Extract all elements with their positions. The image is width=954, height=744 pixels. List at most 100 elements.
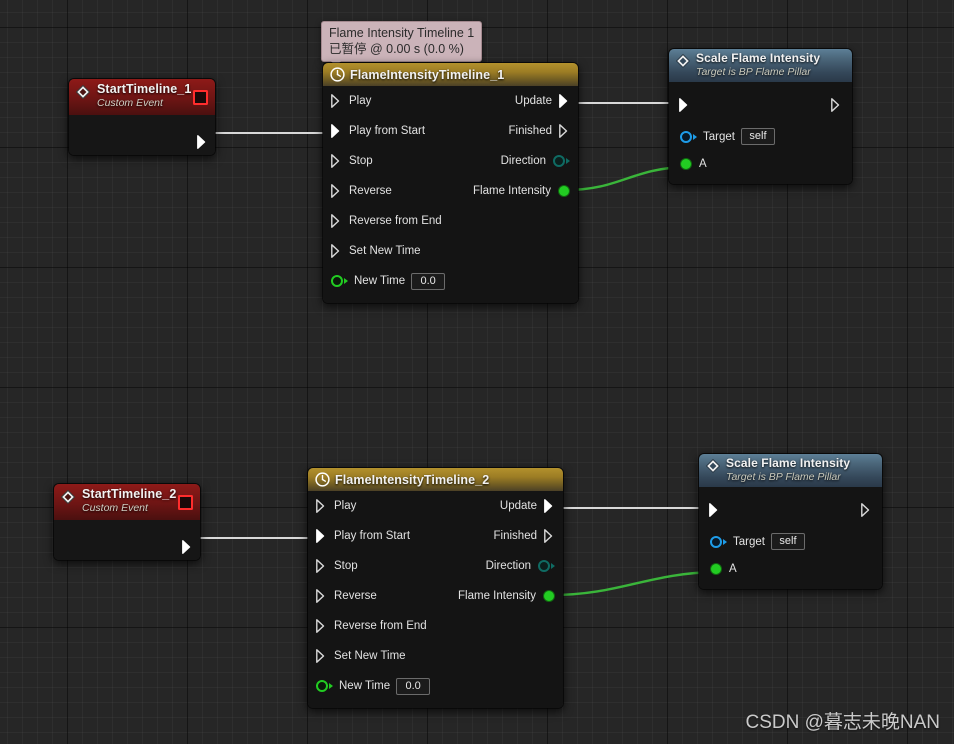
blueprint-graph-canvas[interactable]: Flame Intensity Timeline 1 已暂停 @ 0.00 s …: [0, 0, 954, 744]
exec-output-pin[interactable]: [182, 540, 193, 554]
node-body: Play Update Play from Start Finished Sto…: [308, 491, 563, 708]
pin-row: Reverse from End: [323, 206, 578, 236]
pin-input-stop[interactable]: Stop: [323, 146, 373, 176]
pin-row: Reverse Flame Intensity: [308, 581, 563, 611]
delegate-output-pin[interactable]: [178, 495, 193, 510]
event-diamond-icon: [60, 489, 76, 505]
float-input-pin[interactable]: [331, 275, 343, 287]
exec-input-pin[interactable]: [316, 499, 327, 513]
pin-output-finished[interactable]: Finished: [509, 116, 578, 146]
exec-input-pin[interactable]: [331, 94, 342, 108]
exec-input-pin[interactable]: [316, 619, 327, 633]
exec-output-pin[interactable]: [544, 499, 555, 513]
target-value-field[interactable]: self: [770, 533, 805, 550]
byte-output-pin[interactable]: [538, 560, 550, 572]
node-timeline-1[interactable]: FlameIntensityTimeline_1 Play Update Pla…: [322, 62, 579, 304]
pin-label: New Time: [339, 680, 391, 692]
pin-label: A: [699, 158, 707, 170]
pin-arrow-icon: [566, 158, 570, 164]
node-header[interactable]: FlameIntensityTimeline_2: [308, 468, 563, 491]
delegate-output-pin[interactable]: [193, 90, 208, 105]
pin-row: Target self: [669, 124, 852, 154]
exec-input-pin[interactable]: [316, 559, 327, 573]
pin-label: New Time: [354, 275, 406, 287]
byte-output-pin[interactable]: [553, 155, 565, 167]
pin-label: Reverse from End: [334, 620, 427, 632]
object-input-pin[interactable]: [710, 535, 722, 548]
exec-output-pin[interactable]: [197, 135, 208, 149]
float-input-pin[interactable]: [316, 680, 328, 692]
exec-input-pin[interactable]: [709, 503, 720, 517]
exec-output-pin[interactable]: [861, 503, 872, 517]
pin-output-flame-intensity[interactable]: Flame Intensity: [458, 581, 563, 611]
node-start-timeline-2[interactable]: StartTimeline_2 Custom Event: [53, 483, 201, 561]
pin-label: Stop: [334, 560, 358, 572]
exec-input-pin[interactable]: [331, 244, 342, 258]
pin-output-update[interactable]: Update: [500, 491, 563, 521]
pin-label: Finished: [493, 530, 537, 542]
pin-input-target[interactable]: Target self: [680, 128, 775, 145]
pin-input-target[interactable]: Target self: [710, 533, 805, 550]
pin-input-new-time[interactable]: New Time 0.0: [308, 671, 431, 701]
pin-input-play[interactable]: Play: [323, 86, 371, 116]
node-scale-flame-intensity-2[interactable]: Scale Flame Intensity Target is BP Flame…: [698, 453, 883, 590]
float-input-pin[interactable]: [710, 563, 722, 575]
pin-input-reverse-from-end[interactable]: Reverse from End: [323, 206, 442, 236]
node-timeline-2[interactable]: FlameIntensityTimeline_2 Play Update Pla…: [307, 467, 564, 709]
pin-output-direction[interactable]: Direction: [486, 551, 563, 581]
new-time-value-field[interactable]: 0.0: [411, 272, 446, 290]
pin-input-a[interactable]: A: [680, 158, 707, 170]
node-header[interactable]: Scale Flame Intensity Target is BP Flame…: [699, 454, 882, 487]
pin-input-new-time[interactable]: New Time 0.0: [323, 266, 446, 296]
exec-output-pin[interactable]: [559, 94, 570, 108]
new-time-value-field[interactable]: 0.0: [396, 677, 431, 695]
exec-input-pin[interactable]: [331, 214, 342, 228]
pin-input-play-from-start[interactable]: Play from Start: [308, 521, 410, 551]
pin-input-play-from-start[interactable]: Play from Start: [323, 116, 425, 146]
pin-label: Play from Start: [334, 530, 411, 542]
target-value-field[interactable]: self: [740, 128, 775, 145]
pin-output-finished[interactable]: Finished: [494, 521, 563, 551]
pin-output-flame-intensity[interactable]: Flame Intensity: [473, 176, 578, 206]
node-header[interactable]: Scale Flame Intensity Target is BP Flame…: [669, 49, 852, 82]
exec-input-pin[interactable]: [316, 649, 327, 663]
float-output-pin[interactable]: [543, 590, 555, 602]
node-header[interactable]: StartTimeline_2 Custom Event: [54, 484, 200, 520]
tooltip-line-2: 已暂停 @ 0.00 s (0.0 %): [329, 42, 464, 56]
exec-output-pin[interactable]: [544, 529, 555, 543]
exec-output-pin[interactable]: [831, 98, 842, 112]
node-scale-flame-intensity-1[interactable]: Scale Flame Intensity Target is BP Flame…: [668, 48, 853, 185]
pin-label: Set New Time: [334, 650, 406, 662]
tooltip-line-1: Flame Intensity Timeline 1: [329, 26, 475, 40]
object-input-pin[interactable]: [680, 130, 692, 143]
pin-row: Play from Start Finished: [308, 521, 563, 551]
pin-input-a[interactable]: A: [710, 563, 737, 575]
exec-input-pin[interactable]: [316, 529, 327, 543]
pin-input-reverse[interactable]: Reverse: [308, 581, 377, 611]
pin-input-reverse[interactable]: Reverse: [323, 176, 392, 206]
float-input-pin[interactable]: [680, 158, 692, 170]
exec-input-pin[interactable]: [331, 124, 342, 138]
pin-row: Stop Direction: [308, 551, 563, 581]
pin-input-set-new-time[interactable]: Set New Time: [308, 641, 406, 671]
node-start-timeline-1[interactable]: StartTimeline_1 Custom Event: [68, 78, 216, 156]
pin-input-play[interactable]: Play: [308, 491, 356, 521]
pin-label: A: [729, 563, 737, 575]
pin-label: Direction: [500, 155, 546, 167]
pin-output-direction[interactable]: Direction: [501, 146, 578, 176]
pin-output-update[interactable]: Update: [515, 86, 578, 116]
pin-input-stop[interactable]: Stop: [308, 551, 358, 581]
node-header[interactable]: StartTimeline_1 Custom Event: [69, 79, 215, 115]
exec-output-pin[interactable]: [559, 124, 570, 138]
node-title: FlameIntensityTimeline_1: [350, 67, 505, 82]
pin-row: Reverse Flame Intensity: [323, 176, 578, 206]
node-header[interactable]: FlameIntensityTimeline_1: [323, 63, 578, 86]
pin-input-set-new-time[interactable]: Set New Time: [323, 236, 421, 266]
pin-input-reverse-from-end[interactable]: Reverse from End: [308, 611, 427, 641]
exec-input-pin[interactable]: [679, 98, 690, 112]
float-output-pin[interactable]: [558, 185, 570, 197]
exec-input-pin[interactable]: [316, 589, 327, 603]
exec-input-pin[interactable]: [331, 154, 342, 168]
exec-input-pin[interactable]: [331, 184, 342, 198]
pin-row: Set New Time: [323, 236, 578, 266]
